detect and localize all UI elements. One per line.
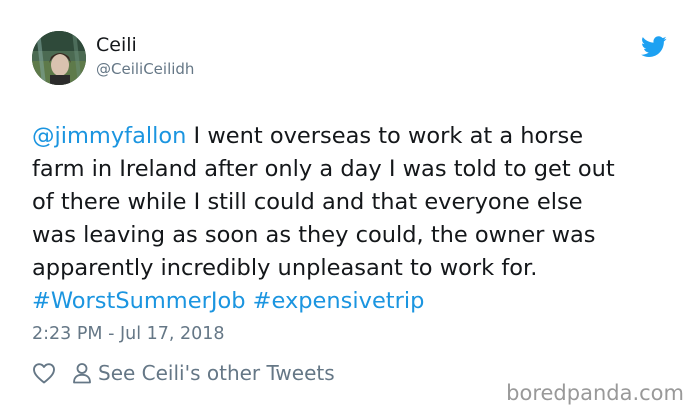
avatar[interactable] [32,31,86,85]
tweet-line-2: farm in Ireland after only a day I was t… [32,156,615,182]
person-icon[interactable] [72,362,92,384]
hashtag-expensivetrip[interactable]: #expensivetrip [253,288,425,314]
tweet-actions: See Ceili's other Tweets [32,360,335,386]
see-other-tweets-link[interactable]: See Ceili's other Tweets [98,360,335,386]
user-handle[interactable]: @CeiliCeilidh [96,60,194,78]
tweet-card: Ceili @CeiliCeilidh @jimmyfallon I went … [0,0,700,415]
mention-link[interactable]: @jimmyfallon [32,123,186,149]
hashtag-worstsummerjob[interactable]: #WorstSummerJob [32,288,246,314]
twitter-bird-icon[interactable] [641,36,667,58]
user-name[interactable]: Ceili [96,33,137,57]
tweet-text: @jimmyfallon I went overseas to work at … [32,120,682,318]
heart-icon[interactable] [32,362,56,384]
tweet-timestamp[interactable]: 2:23 PM - Jul 17, 2018 [32,322,225,346]
avatar-image [32,31,86,85]
tweet-line-3: of there while I still could and that ev… [32,189,583,215]
tweet-line-1: I went overseas to work at a horse [186,123,584,149]
tweet-line-4: was leaving as soon as they could, the o… [32,222,596,248]
tweet-line-5: apparently incredibly unpleasant to work… [32,255,538,281]
boredpanda-watermark: boredpanda.com [506,381,684,405]
